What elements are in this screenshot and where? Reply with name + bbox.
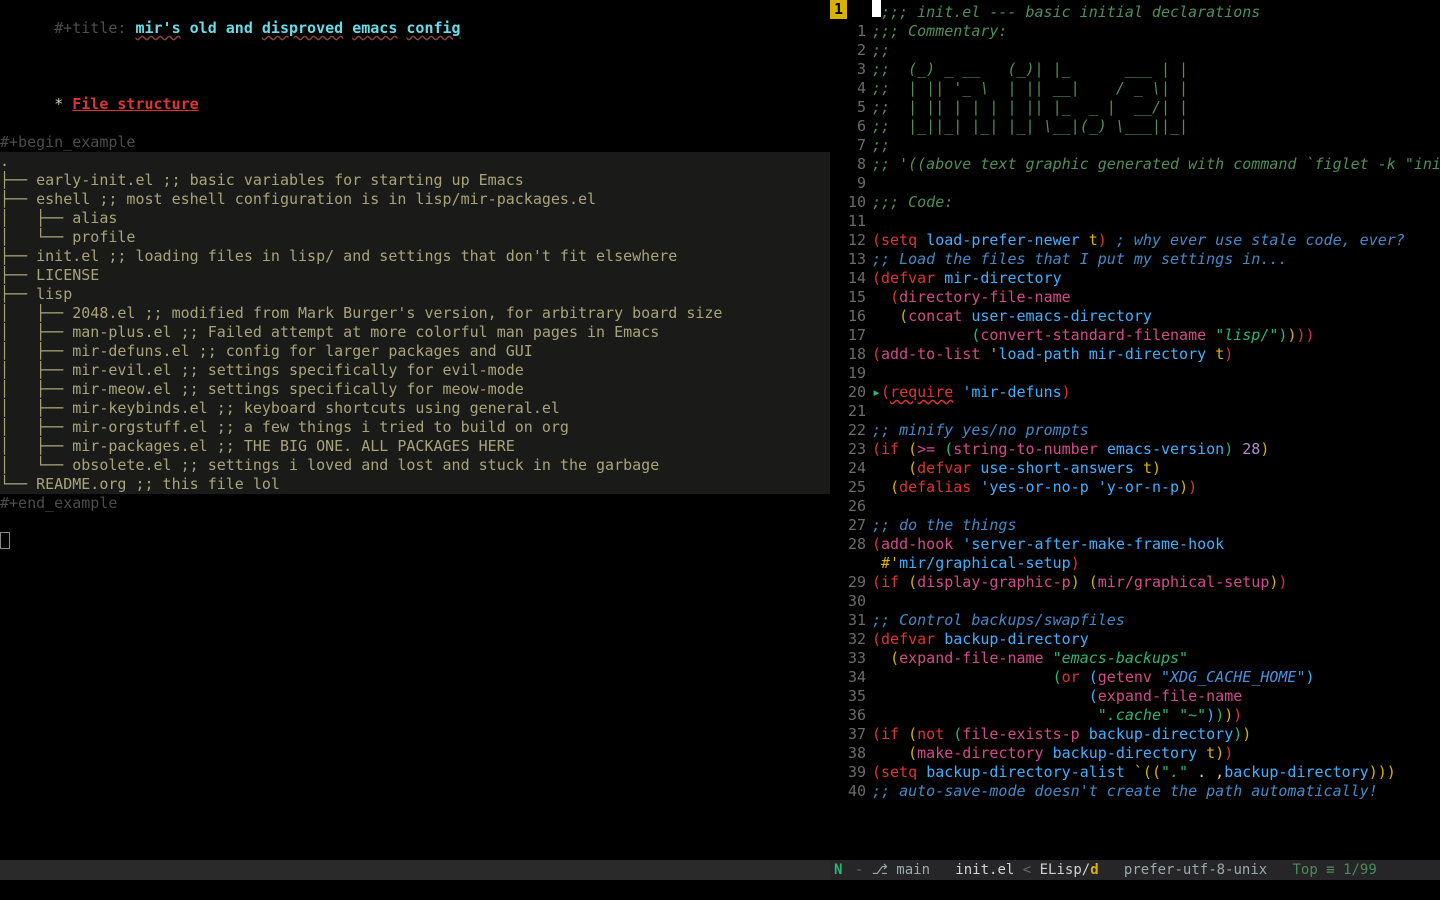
cursor: [872, 0, 881, 17]
left-pane[interactable]: #+title: mir's old and disproved emacs c…: [0, 0, 830, 860]
code-comment: ;;; Code:: [872, 193, 953, 211]
tree-line: │ ├── mir-evil.el ;; settings specifical…: [0, 361, 524, 379]
tree-line: ├── lisp: [0, 285, 72, 303]
tree-line: ├── eshell ;; most eshell configuration …: [0, 190, 596, 208]
tree-line: │ ├── mir-orgstuff.el ;; a few things i …: [0, 418, 569, 436]
tree-line: │ ├── mir-keybinds.el ;; keyboard shortc…: [0, 399, 560, 417]
buffer-coding: prefer-utf-8-unix: [1099, 861, 1293, 880]
code-comment: ;;; init.el --- basic initial declaratio…: [881, 3, 1260, 21]
tree-line: │ ├── 2048.el ;; modified from Mark Burg…: [0, 304, 722, 322]
tree-line: │ ├── man-plus.el ;; Failed attempt at m…: [0, 323, 659, 341]
current-line-indicator: 1: [830, 0, 847, 19]
end-example: #+end_example: [0, 494, 830, 513]
buffer-position: Top ≡ 1/99: [1293, 861, 1386, 880]
tree-line: │ ├── mir-packages.el ;; THE BIG ONE. AL…: [0, 437, 515, 455]
code-comment: ;; Load the files that I put my settings…: [872, 250, 1287, 268]
ascii-art-line: ;; (_) _ __ (_)| |_ ___ | |: [872, 60, 1188, 78]
branch-icon: ⎇: [872, 862, 888, 878]
title-word-2: and: [226, 19, 253, 37]
title-word-5: config: [406, 19, 460, 37]
tree-line: ├── init.el ;; loading files in lisp/ an…: [0, 247, 677, 265]
org-heading: * File structure: [0, 76, 830, 133]
arrow-icon: ▸: [872, 383, 881, 401]
buffer-name: init.el: [938, 861, 1022, 880]
title-word-1: old: [190, 19, 217, 37]
modeline-left-inactive: [0, 860, 830, 880]
tree-line: │ └── obsolete.el ;; settings i loved an…: [0, 456, 659, 474]
code-comment: ;;; Commentary:: [872, 22, 1007, 40]
code-comment: ;; minify yes/no prompts: [872, 421, 1089, 439]
code-comment: ;; do the things: [872, 516, 1017, 534]
title-word-3: disproved: [262, 19, 343, 37]
title-keyword: #+title:: [54, 19, 135, 37]
right-pane[interactable]: 1 ;;; init.el --- basic initial declarat…: [830, 0, 1440, 860]
title-word-0: mir's: [135, 19, 180, 37]
tree-line: │ ├── alias: [0, 209, 117, 227]
ascii-art-line: ;; |_||_| |_| |_| \__|(_) \___||_|: [872, 117, 1188, 135]
modeline: N - ⎇ main init.el < ELisp/d prefer-utf-…: [0, 860, 1440, 880]
ascii-art-line: ;; | || | | | | || |_ _ | __/| |: [872, 98, 1188, 116]
begin-example: #+begin_example: [0, 133, 830, 152]
tree-line: │ ├── mir-meow.el ;; settings specifical…: [0, 380, 524, 398]
ascii-art-line: ;; | || '_ \ | || __| / _ \| |: [872, 79, 1188, 97]
echo-area[interactable]: [0, 880, 1440, 900]
heading-text: File structure: [72, 95, 198, 113]
org-title-line: #+title: mir's old and disproved emacs c…: [0, 0, 830, 57]
major-mode: ELisp/d: [1040, 861, 1099, 880]
tree-line: │ └── profile: [0, 228, 135, 246]
title-word-4: emacs: [352, 19, 397, 37]
code-comment: ;; Control backups/swapfiles: [872, 611, 1125, 629]
tree-line: .: [0, 152, 9, 170]
tree-line: ├── LICENSE: [0, 266, 99, 284]
tree-line: ├── early-init.el ;; basic variables for…: [0, 171, 524, 189]
left-caret: [0, 532, 830, 554]
tree-line: │ ├── mir-defuns.el ;; config for larger…: [0, 342, 533, 360]
code-comment: ;; '((above text graphic generated with …: [872, 155, 1440, 173]
modeline-right: N - ⎇ main init.el < ELisp/d prefer-utf-…: [830, 860, 1440, 880]
evil-state-indicator: N: [830, 861, 846, 880]
code-comment: ;; auto-save-mode doesn't create the pat…: [872, 782, 1378, 800]
vc-branch: ⎇ main: [872, 861, 939, 880]
tree-line: └── README.org ;; this file lol: [0, 475, 280, 493]
